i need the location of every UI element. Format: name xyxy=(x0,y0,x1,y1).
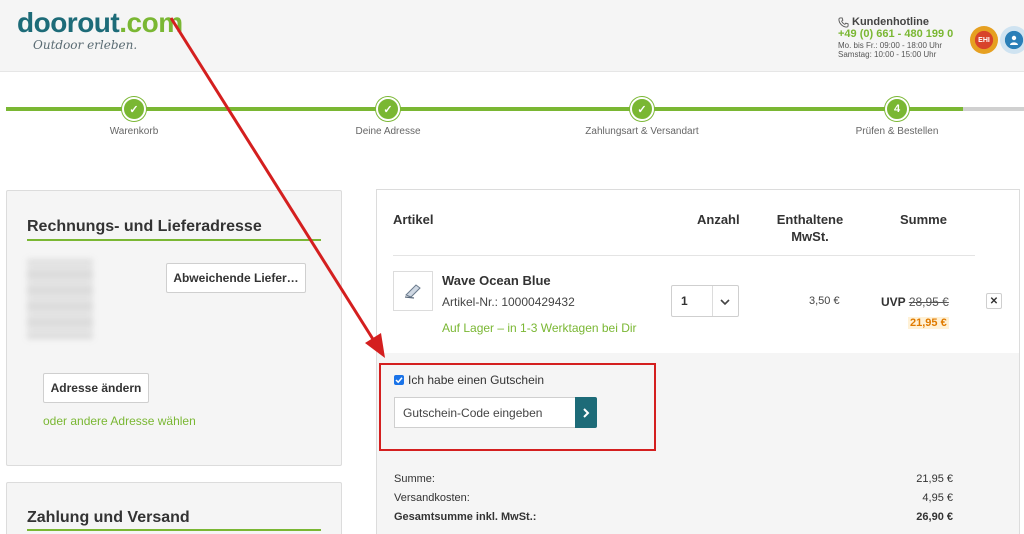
customer-hotline: Kundenhotline +49 (0) 661 - 480 199 0 Mo… xyxy=(838,16,966,59)
step-current-number: 4 xyxy=(885,97,909,121)
logo-text-main: doorout xyxy=(17,7,120,38)
subtotal-label: Summe: xyxy=(394,473,435,485)
logo-text-domain: .com xyxy=(119,7,183,38)
order-summary: Artikel Anzahl Enthaltene MwSt. Summe Wa… xyxy=(376,189,1020,534)
remove-item-button[interactable]: ✕ xyxy=(986,293,1002,309)
uvp-price: 28,95 € xyxy=(908,295,949,309)
hotline-title: Kundenhotline xyxy=(852,16,929,28)
item-vat: 3,50 € xyxy=(809,295,840,307)
stock-status: Auf Lager – in 1-3 Werktagen bei Dir xyxy=(442,321,637,335)
total-value: 26,90 € xyxy=(916,511,953,523)
ehi-seal-text: EHI xyxy=(978,36,990,44)
change-address-button[interactable]: Adresse ändern xyxy=(43,373,149,403)
product-name[interactable]: Wave Ocean Blue xyxy=(442,273,551,288)
step-done-icon: ✓ xyxy=(122,97,146,121)
ehi-seal-icon[interactable]: EHI xyxy=(970,26,998,54)
quantity-select[interactable]: 1 xyxy=(671,285,739,317)
step-label: Prüfen & Bestellen xyxy=(855,126,939,137)
step-zahlung[interactable]: ✓ Zahlungsart & Versandart xyxy=(562,97,722,137)
cart-items-area: Artikel Anzahl Enthaltene MwSt. Summe Wa… xyxy=(377,190,1019,353)
blurred-address xyxy=(27,259,93,339)
shipping-value: 4,95 € xyxy=(922,492,953,504)
choose-other-address-link[interactable]: oder andere Adresse wählen xyxy=(43,414,196,428)
quantity-value: 1 xyxy=(681,294,688,308)
hotline-hours-weekdays: Mo. bis Fr.: 09:00 - 18:00 Uhr xyxy=(838,41,943,50)
step-pruefen: 4 Prüfen & Bestellen xyxy=(817,97,977,137)
step-label: Warenkorb xyxy=(109,126,159,137)
product-sku: Artikel-Nr.: 10000429432 xyxy=(442,295,575,309)
alternate-delivery-button[interactable]: Abweichende Liefer… xyxy=(166,263,306,293)
hotline-hours-saturday: Samstag: 10:00 - 15:00 Uhr xyxy=(838,50,937,59)
shipping-label: Versandkosten: xyxy=(394,492,470,504)
header-quantity: Anzahl xyxy=(697,212,740,227)
step-done-icon: ✓ xyxy=(376,97,400,121)
header-sum: Summe xyxy=(900,212,947,227)
header-article: Artikel xyxy=(393,212,434,227)
address-panel: Rechnungs- und Lieferadresse Abweichende… xyxy=(6,190,342,466)
item-price: 21,95 € xyxy=(908,317,949,329)
title-underline xyxy=(27,529,321,531)
phone-icon xyxy=(838,16,849,28)
coupon-highlight-box xyxy=(379,363,656,451)
trust-seal-icon[interactable] xyxy=(1000,26,1024,54)
site-header: doorout.com Outdoor erleben. Kundenhotli… xyxy=(0,0,1024,72)
payment-panel-title: Zahlung und Versand xyxy=(27,509,190,526)
total-label: Gesamtsumme inkl. MwSt.: xyxy=(394,511,537,523)
title-underline xyxy=(27,239,321,241)
payment-panel: Zahlung und Versand xyxy=(6,482,342,534)
header-vat: Enthaltene MwSt. xyxy=(776,212,844,244)
step-done-icon: ✓ xyxy=(630,97,654,121)
chevron-down-icon xyxy=(720,299,730,306)
subtotal-value: 21,95 € xyxy=(916,473,953,485)
logo-tagline: Outdoor erleben. xyxy=(33,38,138,52)
person-icon xyxy=(1010,35,1018,45)
address-panel-title: Rechnungs- und Lieferadresse xyxy=(27,218,262,235)
step-label: Zahlungsart & Versandart xyxy=(585,126,699,137)
close-icon: ✕ xyxy=(989,295,999,307)
product-thumbnail-icon xyxy=(404,284,421,299)
site-logo[interactable]: doorout.com Outdoor erleben. xyxy=(17,7,183,53)
item-uvp: UVP 28,95 € xyxy=(881,295,949,309)
step-adresse[interactable]: ✓ Deine Adresse xyxy=(308,97,468,137)
step-label: Deine Adresse xyxy=(355,126,421,137)
product-image[interactable] xyxy=(393,271,433,311)
divider xyxy=(393,255,975,256)
step-warenkorb[interactable]: ✓ Warenkorb xyxy=(54,97,214,137)
hotline-number[interactable]: +49 (0) 661 - 480 199 0 xyxy=(838,28,966,41)
